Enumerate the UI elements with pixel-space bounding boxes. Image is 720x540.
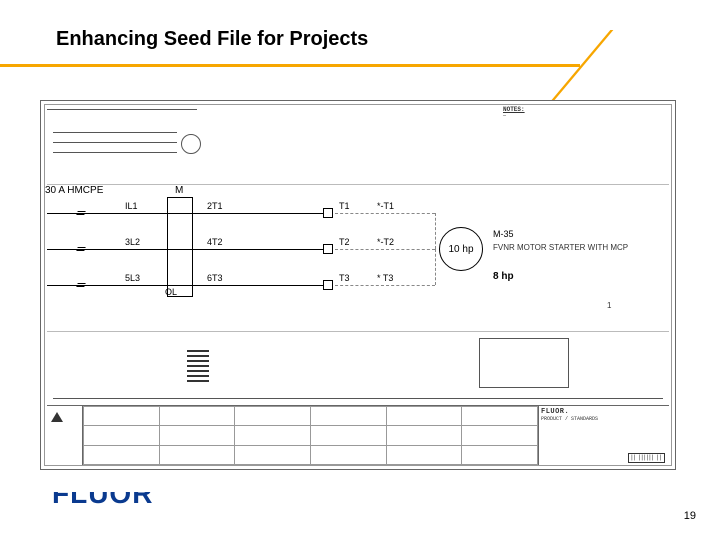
table-row [84, 426, 538, 445]
t1a-label: 2T1 [207, 201, 223, 211]
motor-desc: FVNR MOTOR STARTER WITH MCP [493, 243, 628, 252]
tb-grid [83, 406, 539, 465]
tb-subtitle: PRODUCT / STANDARDS [541, 416, 667, 422]
one-label: 1 [607, 301, 611, 310]
lower-strip [47, 331, 669, 401]
frame-box [479, 338, 569, 388]
coil-icon [187, 350, 209, 384]
l3-label: 5L3 [125, 273, 140, 283]
page-title: Enhancing Seed File for Projects [56, 28, 368, 51]
notes-block: NOTES: — [503, 107, 663, 119]
rev-triangle-icon [51, 412, 63, 422]
notes-heading: NOTES: [503, 107, 663, 114]
table-row [84, 407, 538, 426]
tb-right: FLUOR. PRODUCT / STANDARDS || |||||| || [539, 406, 669, 465]
strip-underline [53, 398, 663, 399]
breaker-1 [76, 211, 85, 215]
t3-label: T3 [339, 273, 350, 283]
mini-diagram [47, 109, 197, 169]
cad-drawing: NOTES: — 30 A HMCPE M IL1 3L2 5L3 2T1 4T… [40, 100, 676, 470]
contactor-block [167, 197, 193, 297]
breaker-label: 30 A HMCPE [45, 185, 103, 196]
load-hp: 8 hp [493, 271, 514, 282]
term-box-t2 [323, 244, 333, 254]
company-logo: FLUOR ® [52, 492, 212, 522]
motor-circle: 10 hp [439, 227, 483, 271]
tb-rev-col [47, 406, 83, 465]
table-row [84, 445, 538, 464]
mini-motor-circle [181, 134, 201, 154]
notes-body: — [503, 114, 663, 120]
term-box-t1 [323, 208, 333, 218]
l2-label: 3L2 [125, 237, 140, 247]
motor-text: 10 hp [448, 244, 473, 255]
main-schematic: 30 A HMCPE M IL1 3L2 5L3 2T1 4T2 6T3 OL … [47, 191, 669, 321]
t3s-label: * T3 [377, 273, 393, 283]
accent-underline [0, 64, 580, 67]
t1s-label: *-T1 [377, 201, 394, 211]
t3a-label: 6T3 [207, 273, 223, 283]
t2s-label: *-T2 [377, 237, 394, 247]
titleblock: FLUOR. PRODUCT / STANDARDS || |||||| || [47, 405, 669, 465]
page-number: 19 [684, 510, 696, 522]
motor-tag: M-35 [493, 229, 514, 239]
term-box-t3 [323, 280, 333, 290]
tb-table [83, 406, 538, 465]
tb-brand: FLUOR. [541, 408, 667, 416]
tb-dwg-no: || |||||| || [628, 453, 665, 463]
t2-label: T2 [339, 237, 350, 247]
breaker-3 [76, 283, 85, 287]
ol-label: OL [165, 287, 177, 297]
l1-label: IL1 [125, 201, 138, 211]
top-strip: NOTES: — [47, 105, 669, 185]
breaker-2 [76, 247, 85, 251]
t2a-label: 4T2 [207, 237, 223, 247]
column-m-label: M [175, 185, 183, 196]
logo-text: FLUOR [52, 492, 153, 510]
t1-label: T1 [339, 201, 350, 211]
